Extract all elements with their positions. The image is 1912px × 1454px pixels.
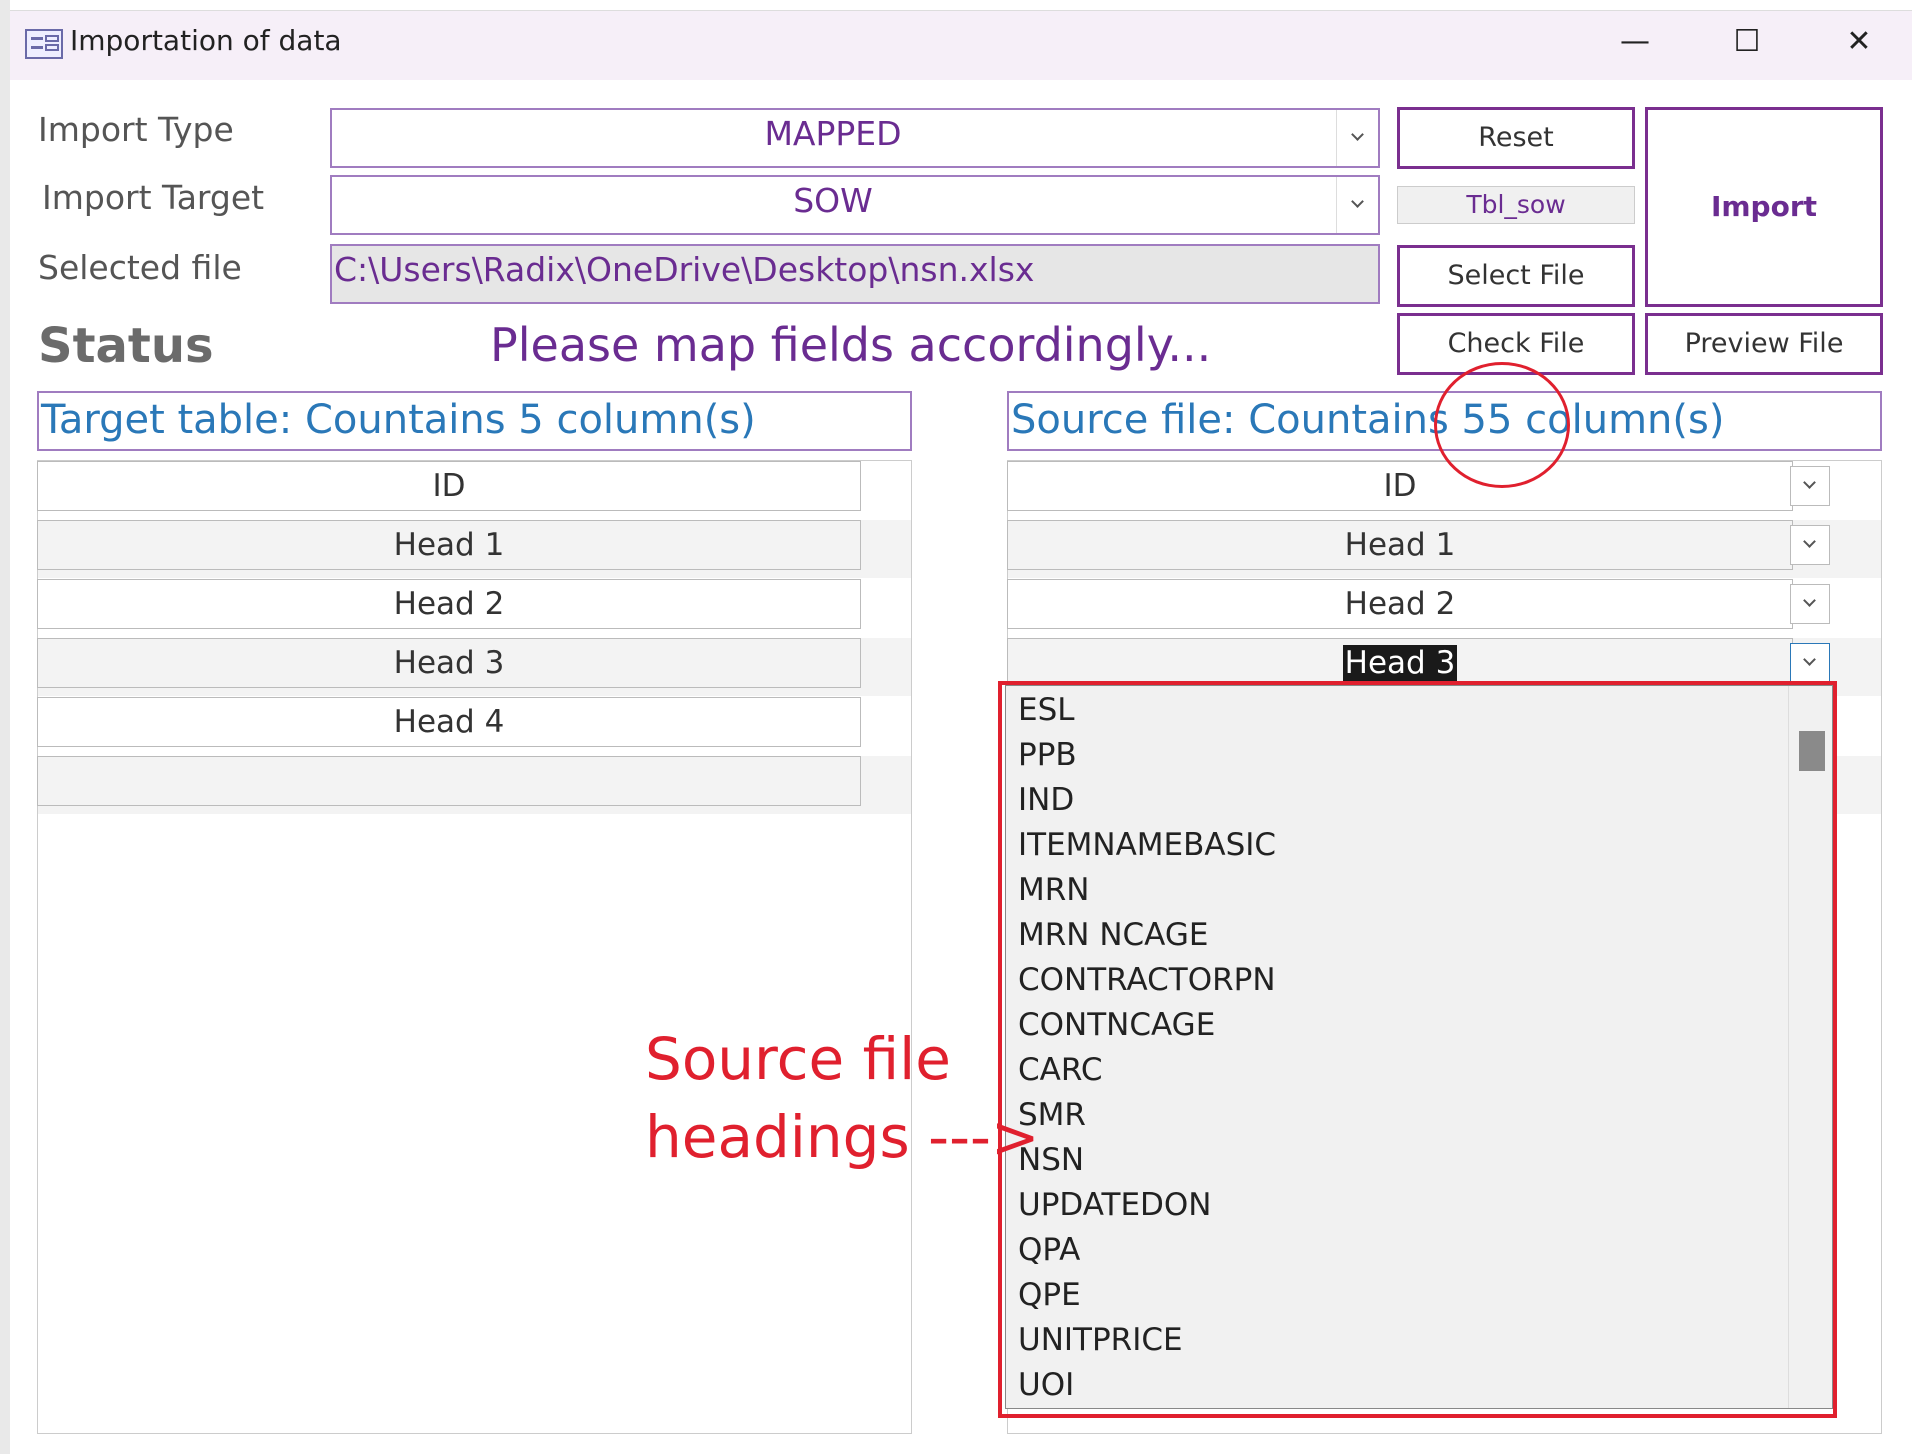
import-type-combo[interactable]: MAPPED [330, 108, 1380, 168]
import-target-combo[interactable]: SOW [330, 175, 1380, 235]
target-row-empty [37, 756, 861, 806]
target-row-head-3: Head 3 [37, 638, 861, 688]
chevron-down-icon [1351, 128, 1364, 141]
chevron-down-icon [1803, 594, 1816, 607]
table-name-field: Tbl_sow [1397, 186, 1635, 224]
window-left-edge [0, 0, 10, 1454]
import-type-value: MAPPED [764, 114, 902, 153]
close-button[interactable]: ✕ [1824, 20, 1894, 64]
minimize-icon: — [1620, 24, 1650, 59]
annotation-text: Source file headings ---> [645, 1025, 1040, 1171]
annotation-highlight-box [998, 681, 1837, 1418]
chevron-down-icon [1351, 195, 1364, 208]
close-icon: ✕ [1846, 24, 1872, 59]
import-target-dropdown-button[interactable] [1336, 177, 1378, 233]
source-combo-head-1-dropdown[interactable] [1790, 525, 1830, 565]
status-message: Please map fields accordingly... [490, 318, 1212, 372]
selected-file-label: Selected file [38, 248, 242, 287]
source-file-header-text: Source file: Countains 55 column(s) [1011, 397, 1725, 443]
source-combo-head-3-selected-text: Head 3 [1342, 645, 1458, 681]
window-title: Importation of data [70, 24, 342, 57]
import-type-label: Import Type [38, 110, 234, 149]
target-row-head-2: Head 2 [37, 579, 861, 629]
selected-file-path: C:\Users\Radix\OneDrive\Desktop\nsn.xlsx [334, 250, 1035, 289]
preview-file-button[interactable]: Preview File [1645, 313, 1883, 375]
import-type-dropdown-button[interactable] [1336, 110, 1378, 166]
target-row-head-1: Head 1 [37, 520, 861, 570]
chevron-down-icon [1803, 653, 1816, 666]
source-combo-head-2[interactable]: Head 2 [1007, 579, 1793, 629]
chevron-down-icon [1803, 476, 1816, 489]
annotation-circle [1434, 362, 1570, 488]
source-combo-head-1[interactable]: Head 1 [1007, 520, 1793, 570]
selected-file-field[interactable]: C:\Users\Radix\OneDrive\Desktop\nsn.xlsx [330, 244, 1380, 304]
source-combo-id-dropdown[interactable] [1790, 466, 1830, 506]
form-icon [25, 29, 63, 59]
target-table-header-text: Target table: Countains 5 column(s) [41, 397, 756, 443]
maximize-button[interactable]: ☐ [1712, 20, 1782, 64]
chevron-down-icon [1803, 535, 1816, 548]
status-label: Status [38, 318, 214, 374]
source-combo-id[interactable]: ID [1007, 461, 1793, 511]
target-row-head-4: Head 4 [37, 697, 861, 747]
reset-button[interactable]: Reset [1397, 107, 1635, 169]
select-file-button[interactable]: Select File [1397, 245, 1635, 307]
import-button[interactable]: Import [1645, 107, 1883, 307]
minimize-button[interactable]: — [1600, 20, 1670, 64]
target-row-id: ID [37, 461, 861, 511]
source-combo-head-2-dropdown[interactable] [1790, 584, 1830, 624]
import-target-label: Import Target [42, 178, 265, 217]
import-target-value: SOW [793, 181, 873, 220]
maximize-icon: ☐ [1733, 24, 1761, 59]
source-combo-head-3-dropdown[interactable] [1790, 643, 1830, 683]
target-table-header: Target table: Countains 5 column(s) [37, 391, 912, 451]
